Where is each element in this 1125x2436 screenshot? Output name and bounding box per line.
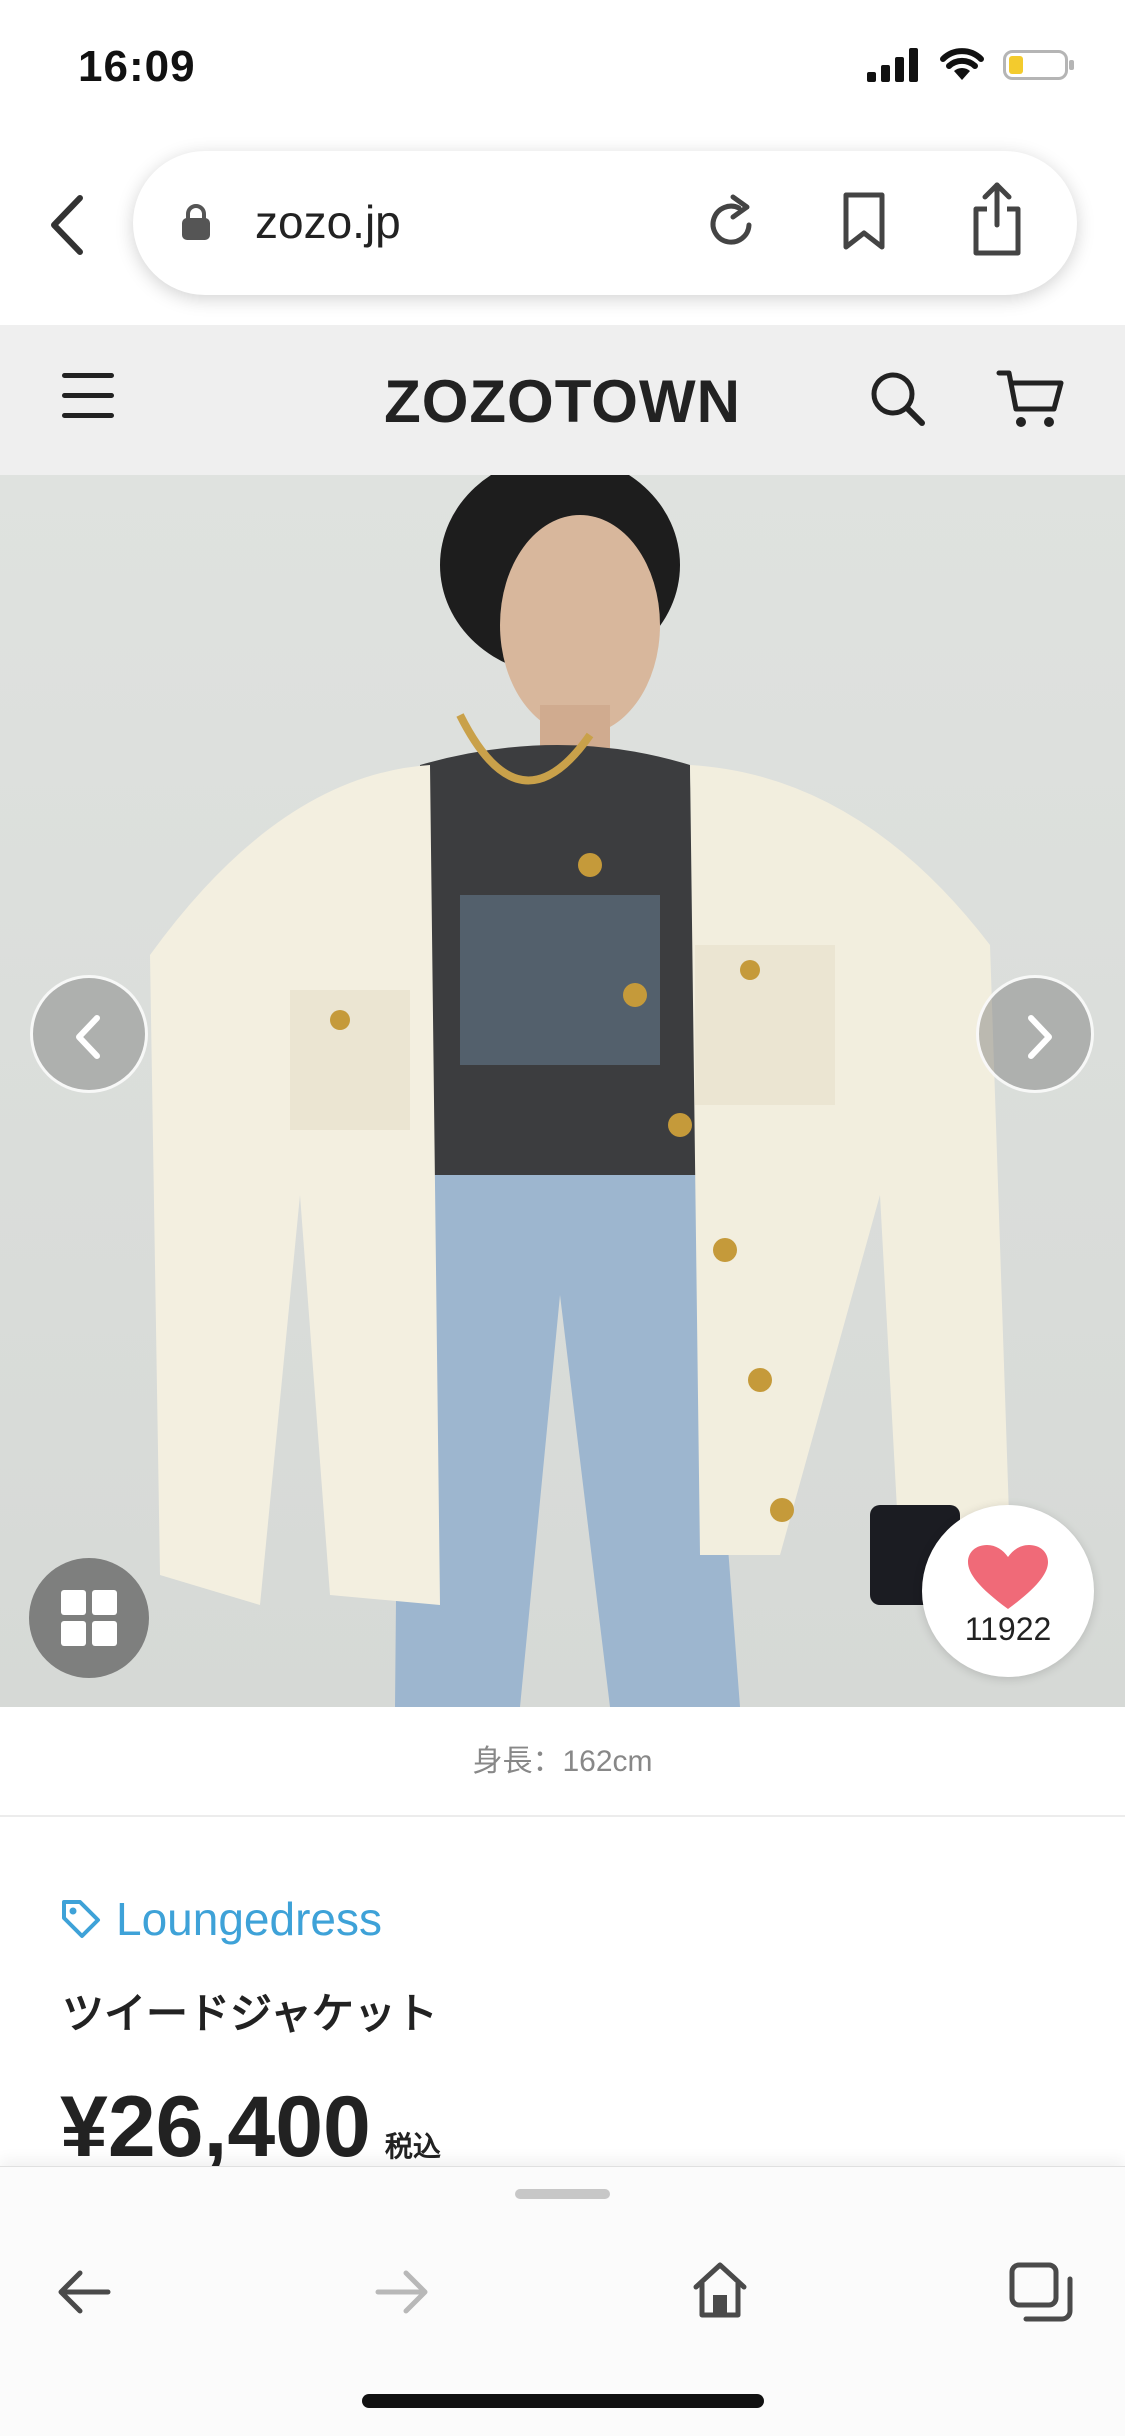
brand-link[interactable]: Loungedress: [60, 1892, 382, 1946]
toolbar-grabber[interactable]: [515, 2189, 610, 2199]
tag-icon: [62, 1900, 100, 1938]
chevron-right-icon: [1028, 1015, 1052, 1059]
wifi-icon: [940, 48, 984, 80]
product-image[interactable]: 11922: [0, 475, 1125, 1707]
battery-low-icon: [1003, 50, 1074, 80]
lock-icon: [182, 204, 210, 240]
url-text[interactable]: zozo.jp: [255, 195, 401, 249]
chevron-left-icon: [76, 1015, 100, 1059]
image-next-button[interactable]: [976, 975, 1094, 1093]
address-bar[interactable]: zozo.jp: [133, 151, 1077, 295]
tabs-icon[interactable]: [1008, 2261, 1074, 2323]
home-icon[interactable]: [692, 2261, 748, 2319]
site-logo[interactable]: ZOZOTOWN: [0, 367, 1125, 436]
model-height-caption: 身長：162cm: [0, 1707, 1125, 1817]
product-price: ¥26,400: [60, 2079, 371, 2175]
tax-label: 税込: [384, 2130, 441, 2163]
share-icon[interactable]: [970, 181, 1024, 257]
status-bar: 16:09: [0, 0, 1125, 140]
cellular-signal-icon: [867, 48, 918, 82]
browser-address-row: zozo.jp: [0, 140, 1125, 325]
brand-name[interactable]: Loungedress: [116, 1892, 382, 1946]
image-prev-button[interactable]: [30, 975, 148, 1093]
product-title: ツイードジャケット: [62, 1989, 438, 2038]
favorite-count: 11922: [964, 1611, 1052, 1647]
heart-icon: [968, 1545, 1048, 1609]
status-icons: [867, 48, 1075, 82]
image-grid-button[interactable]: [29, 1558, 149, 1678]
forward-arrow-icon[interactable]: [374, 2267, 430, 2317]
cart-icon[interactable]: [996, 367, 1066, 431]
home-indicator: [362, 2394, 764, 2408]
search-icon[interactable]: [868, 369, 928, 429]
favorite-button[interactable]: 11922: [922, 1505, 1094, 1677]
back-chevron-icon[interactable]: [42, 190, 92, 260]
back-arrow-icon[interactable]: [56, 2267, 112, 2317]
grid-icon: [61, 1590, 117, 1646]
status-time: 16:09: [78, 42, 196, 91]
price-row: ¥26,400 税込: [60, 2078, 441, 2177]
site-header: ZOZOTOWN: [0, 325, 1125, 475]
bookmark-icon[interactable]: [841, 191, 887, 253]
reload-icon[interactable]: [703, 193, 759, 253]
